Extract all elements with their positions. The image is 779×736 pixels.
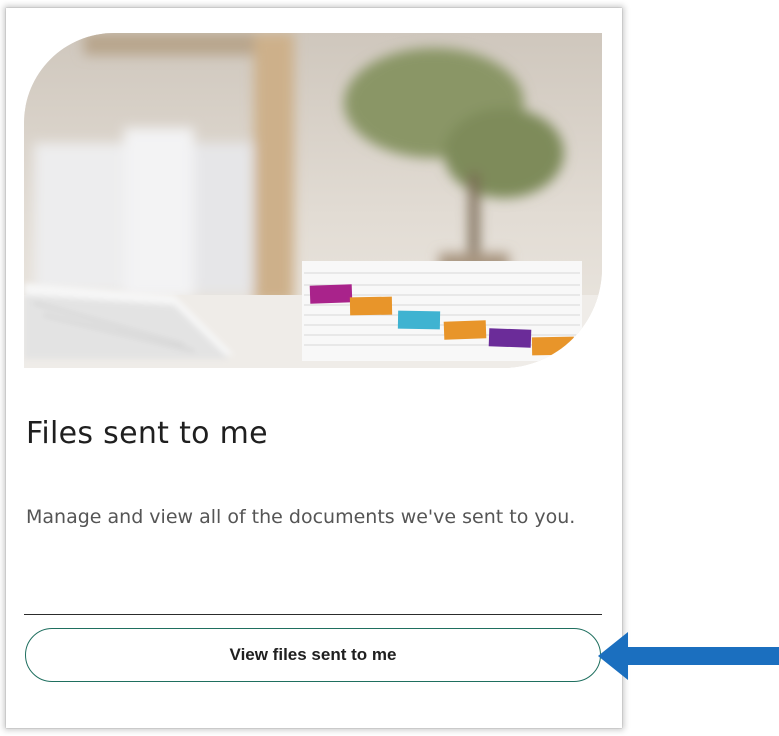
screenshot-stage: Files sent to me Manage and view all of …: [0, 0, 779, 736]
card-description: Manage and view all of the documents we'…: [26, 506, 576, 528]
files-card: Files sent to me Manage and view all of …: [6, 8, 622, 728]
card-title: Files sent to me: [26, 416, 268, 451]
view-files-button-label: View files sent to me: [229, 645, 397, 664]
stacked-documents-illustration: [24, 33, 602, 368]
view-files-button[interactable]: View files sent to me: [25, 628, 601, 682]
arrow-left-icon: [598, 632, 779, 680]
hero-image: [24, 33, 602, 368]
divider: [24, 614, 602, 615]
